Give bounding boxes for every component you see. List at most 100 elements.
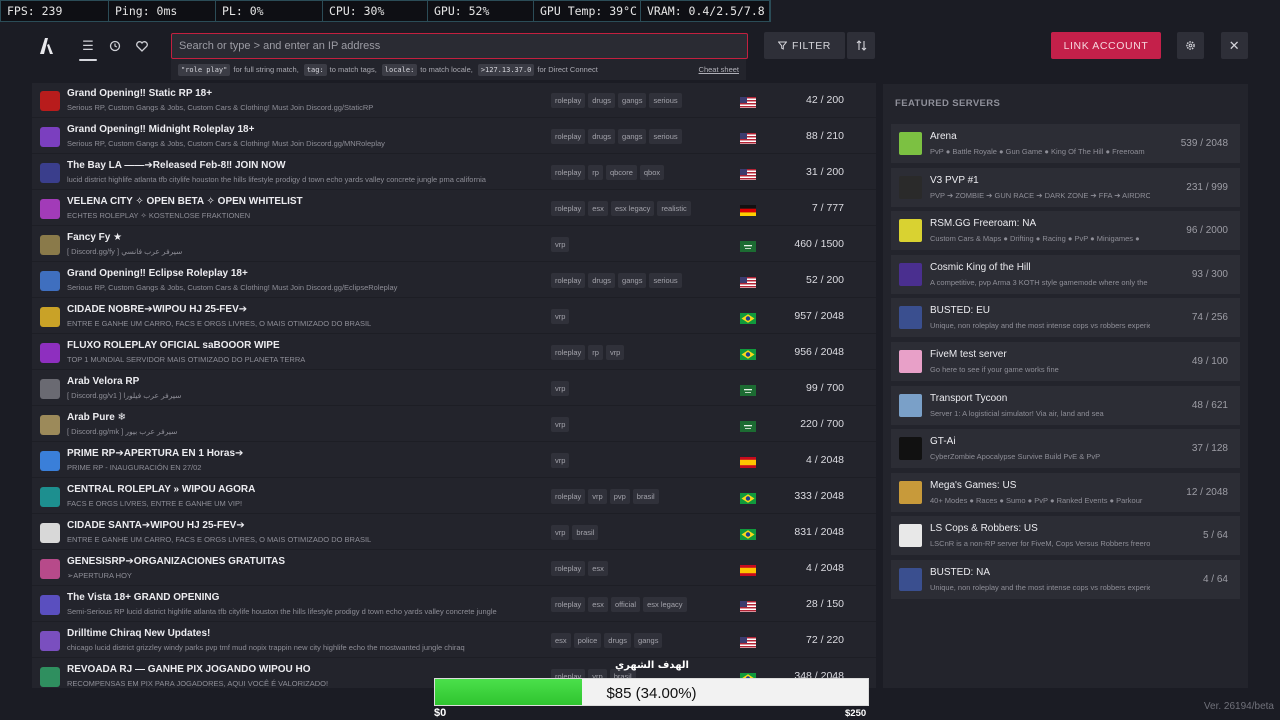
server-row[interactable]: Grand Opening‼ Eclipse Roleplay 18+ Serio… [32,263,876,298]
featured-server-card[interactable]: LS Cops & Robbers: US LSCnR is a non-RP s… [891,516,1240,556]
server-list[interactable]: Grand Opening‼ Static RP 18+ Serious RP, … [32,83,876,688]
cheat-sheet-link[interactable]: Cheat sheet [699,65,739,74]
featured-server-card[interactable]: Transport Tycoon Server 1: A logisticial … [891,385,1240,425]
fivem-logo-icon[interactable] [36,36,56,56]
server-tags: roleplay vrp pvp brasil [551,489,659,504]
server-tag[interactable]: realistic [657,201,691,216]
server-row[interactable]: The Bay LA ——➔Released Feb-8‼ JOIN NOW lu… [32,155,876,190]
server-tag[interactable]: gangs [618,93,647,108]
server-tag[interactable]: vrp [551,381,570,396]
server-row[interactable]: GENESISRP➔ORGANIZACIONES GRATUITAS ➢APERT… [32,551,876,586]
server-tag[interactable]: esx legacy [610,201,655,216]
featured-server-card[interactable]: GT-Ai CyberZombie Apocalypse Survive Buil… [891,429,1240,469]
server-tag[interactable]: roleplay [551,597,586,612]
server-tag[interactable]: gangs [634,633,663,648]
server-tag[interactable]: roleplay [551,165,586,180]
server-tag[interactable]: vrp [588,489,607,504]
server-tag[interactable]: brasil [632,489,659,504]
flag-sa-icon [740,383,756,396]
server-row[interactable]: Grand Opening‼ Midnight Roleplay 18+ Seri… [32,119,876,154]
server-tag[interactable]: roleplay [551,201,586,216]
server-tag[interactable]: qbox [639,165,665,180]
server-description: Serious RP, Custom Gangs & Jobs, Custom … [67,103,374,112]
server-tag[interactable]: roleplay [551,93,586,108]
featured-server-card[interactable]: Cosmic King of the Hill A competitive, pv… [891,254,1240,294]
server-tag[interactable]: gangs [618,273,647,288]
featured-server-card[interactable]: Mega's Games: US 40+ Modes ● Races ● Sumo… [891,472,1240,512]
server-tag[interactable]: drugs [604,633,632,648]
server-tag[interactable]: serious [649,93,682,108]
featured-server-logo-icon [899,437,922,461]
server-tag[interactable]: vrp [551,453,570,468]
server-row[interactable]: FLUXO ROLEPLAY OFICIAL saBOOOR WIPE TOP 1… [32,335,876,370]
server-tag[interactable]: serious [649,129,682,144]
server-tag[interactable]: drugs [588,93,616,108]
server-logo-icon [40,631,60,651]
server-tag[interactable]: vrp [551,417,570,432]
server-tags: roleplay drugs gangs serious [551,129,682,144]
server-tag[interactable]: vrp [551,309,570,324]
server-row[interactable]: PRIME RP➔APERTURA EN 1 Horas➔ PRIME RP - … [32,443,876,478]
flag-br-icon [740,311,756,324]
server-row[interactable]: The Vista 18+ GRAND OPENING Semi-Serious … [32,587,876,622]
server-tag[interactable]: roleplay [551,489,586,504]
server-tag[interactable]: esx [551,633,571,648]
search-hints: "role play" for full string match, tag: to… [171,59,746,80]
server-list-icon[interactable]: ☰ [77,36,99,61]
featured-server-card[interactable]: BUSTED: EU Unique, non roleplay and the m… [891,298,1240,338]
server-row[interactable]: CIDADE NOBRE➔WIPOU HJ 25-FEV➔ ENTRE E GAN… [32,299,876,334]
close-button[interactable]: ✕ [1221,32,1248,59]
server-row[interactable]: CENTRAL ROLEPLAY » WIPOU AGORA FACS E ORG… [32,479,876,514]
server-tag[interactable]: brasil [572,525,599,540]
favorites-icon[interactable] [131,36,153,56]
history-icon[interactable] [104,36,126,56]
search-input[interactable] [171,33,748,59]
featured-player-count: 12 / 2048 [1186,486,1228,498]
featured-server-card[interactable]: V3 PVP #1 PVP ➔ ZOMBIE ➔ GUN RACE ➔ DARK … [891,167,1240,207]
server-tag[interactable]: vrp [551,525,570,540]
link-account-button[interactable]: LINK ACCOUNT [1051,32,1161,59]
server-tag[interactable]: esx [588,561,608,576]
server-tag[interactable]: roleplay [551,129,586,144]
server-tag[interactable]: rp [588,345,603,360]
server-row[interactable]: Arab Pure ❄ [ Discord.gg/mk ] سيرفر عرب ب… [32,407,876,442]
settings-button[interactable] [1177,32,1204,59]
server-tag[interactable]: roleplay [551,561,586,576]
server-tag[interactable]: qbcore [605,165,637,180]
server-tags: roleplay rp vrp [551,345,625,360]
featured-server-card[interactable]: BUSTED: NA Unique, non roleplay and the m… [891,560,1240,599]
server-tag[interactable]: roleplay [551,273,586,288]
server-tag[interactable]: pvp [609,489,630,504]
server-tag[interactable]: rp [588,165,603,180]
server-description: Serious RP, Custom Gangs & Jobs, Custom … [67,139,385,148]
server-row[interactable]: CIDADE SANTA➔WIPOU HJ 25-FEV➔ ENTRE E GAN… [32,515,876,550]
server-tag[interactable]: vrp [551,237,570,252]
featured-server-card[interactable]: Arena PvP ● Battle Royale ● Gun Game ● Ki… [891,124,1240,163]
server-tag[interactable]: drugs [588,129,616,144]
server-tags: roleplay esx [551,561,608,576]
server-tag[interactable]: esx legacy [643,597,687,612]
server-tag[interactable]: vrp [605,345,625,360]
server-row[interactable]: Arab Velora RP [ Discord.gg/v1 ] سيرفر عر… [32,371,876,406]
server-tag[interactable]: roleplay [551,345,586,360]
flag-us-icon [740,275,756,288]
featured-server-card[interactable]: FiveM test server Go here to see if your … [891,342,1240,381]
sort-button[interactable] [847,32,875,59]
server-tag[interactable]: police [573,633,602,648]
server-tag[interactable]: serious [649,273,682,288]
hint-code-tag: tag: [303,63,327,76]
featured-server-card[interactable]: RSM.GG Freeroam: NA Custom Cars & Maps ● … [891,211,1240,251]
server-tag[interactable]: esx [588,597,608,612]
server-description: [ Discord.gg/mk ] سيرفر عرب بيور [67,427,178,436]
server-tag[interactable]: gangs [618,129,647,144]
featured-player-count: 231 / 999 [1186,181,1228,193]
server-tags: vrp [551,381,570,396]
server-row[interactable]: Grand Opening‼ Static RP 18+ Serious RP, … [32,83,876,118]
server-row[interactable]: Fancy Fy ★ [ Discord.gg/fy ] سيرفر عرب فا… [32,227,876,262]
filter-button[interactable]: FILTER [764,32,845,59]
server-tag[interactable]: official [610,597,641,612]
server-row[interactable]: Drilltime Chiraq New Updates! chicago luc… [32,623,876,658]
server-tag[interactable]: drugs [588,273,616,288]
server-row[interactable]: VELENA CITY ✧ OPEN BETA ✧ OPEN WHITELIST… [32,191,876,226]
server-tag[interactable]: esx [588,201,608,216]
